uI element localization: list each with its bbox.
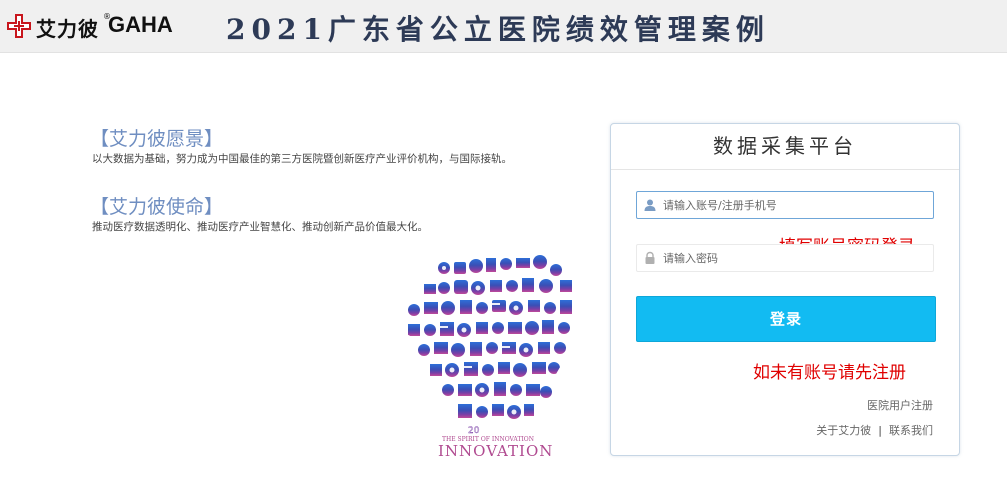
lock-icon: [645, 251, 655, 264]
mission-text: 推动医疗数据透明化、推动医疗产业智慧化、推动创新产品价值最大化。: [92, 221, 428, 233]
password-field[interactable]: [636, 244, 934, 272]
user-icon: [644, 199, 656, 211]
password-input[interactable]: [663, 248, 923, 268]
logo-text-en: GAHA: [108, 12, 173, 37]
annotation-register-hint: 如未有账号请先注册: [753, 363, 906, 383]
top-header-bar: 艾力彼 ® GAHA 2021广东省公立医院绩效管理案例: [0, 0, 1007, 53]
vision-heading: 【艾力彼愿景】: [90, 128, 224, 150]
link-separator: |: [878, 424, 882, 437]
username-input[interactable]: [663, 195, 923, 215]
illustration-caption: INNOVATION: [438, 442, 553, 460]
contact-link[interactable]: 联系我们: [889, 424, 933, 437]
footer-links: 关于艾力彼 | 联系我们: [816, 422, 933, 438]
card-title: 数据采集平台: [611, 124, 959, 170]
innovation-head-illustration: 20 THE SPIRIT OF INNOVATION INNOVATION: [397, 236, 580, 460]
vision-text: 以大数据为基础，努力成为中国最佳的第三方医院暨创新医疗产业评价机构，与国际接轨。: [92, 153, 512, 165]
login-button[interactable]: 登录: [636, 296, 936, 342]
page-title: 2021广东省公立医院绩效管理案例: [226, 13, 770, 46]
about-link[interactable]: 关于艾力彼: [816, 424, 871, 437]
logo-cross-icon: [7, 14, 31, 38]
username-field[interactable]: [636, 191, 934, 219]
login-card: 数据采集平台 填写账号密码登录 登录 如未有账号请先注册 医院用户注册 关于艾力…: [610, 123, 960, 456]
illustration-date: 20: [468, 426, 480, 436]
hospital-register-link[interactable]: 医院用户注册: [867, 397, 933, 413]
logo-text-cn: 艾力彼: [36, 17, 99, 41]
mission-heading: 【艾力彼使命】: [90, 196, 224, 218]
